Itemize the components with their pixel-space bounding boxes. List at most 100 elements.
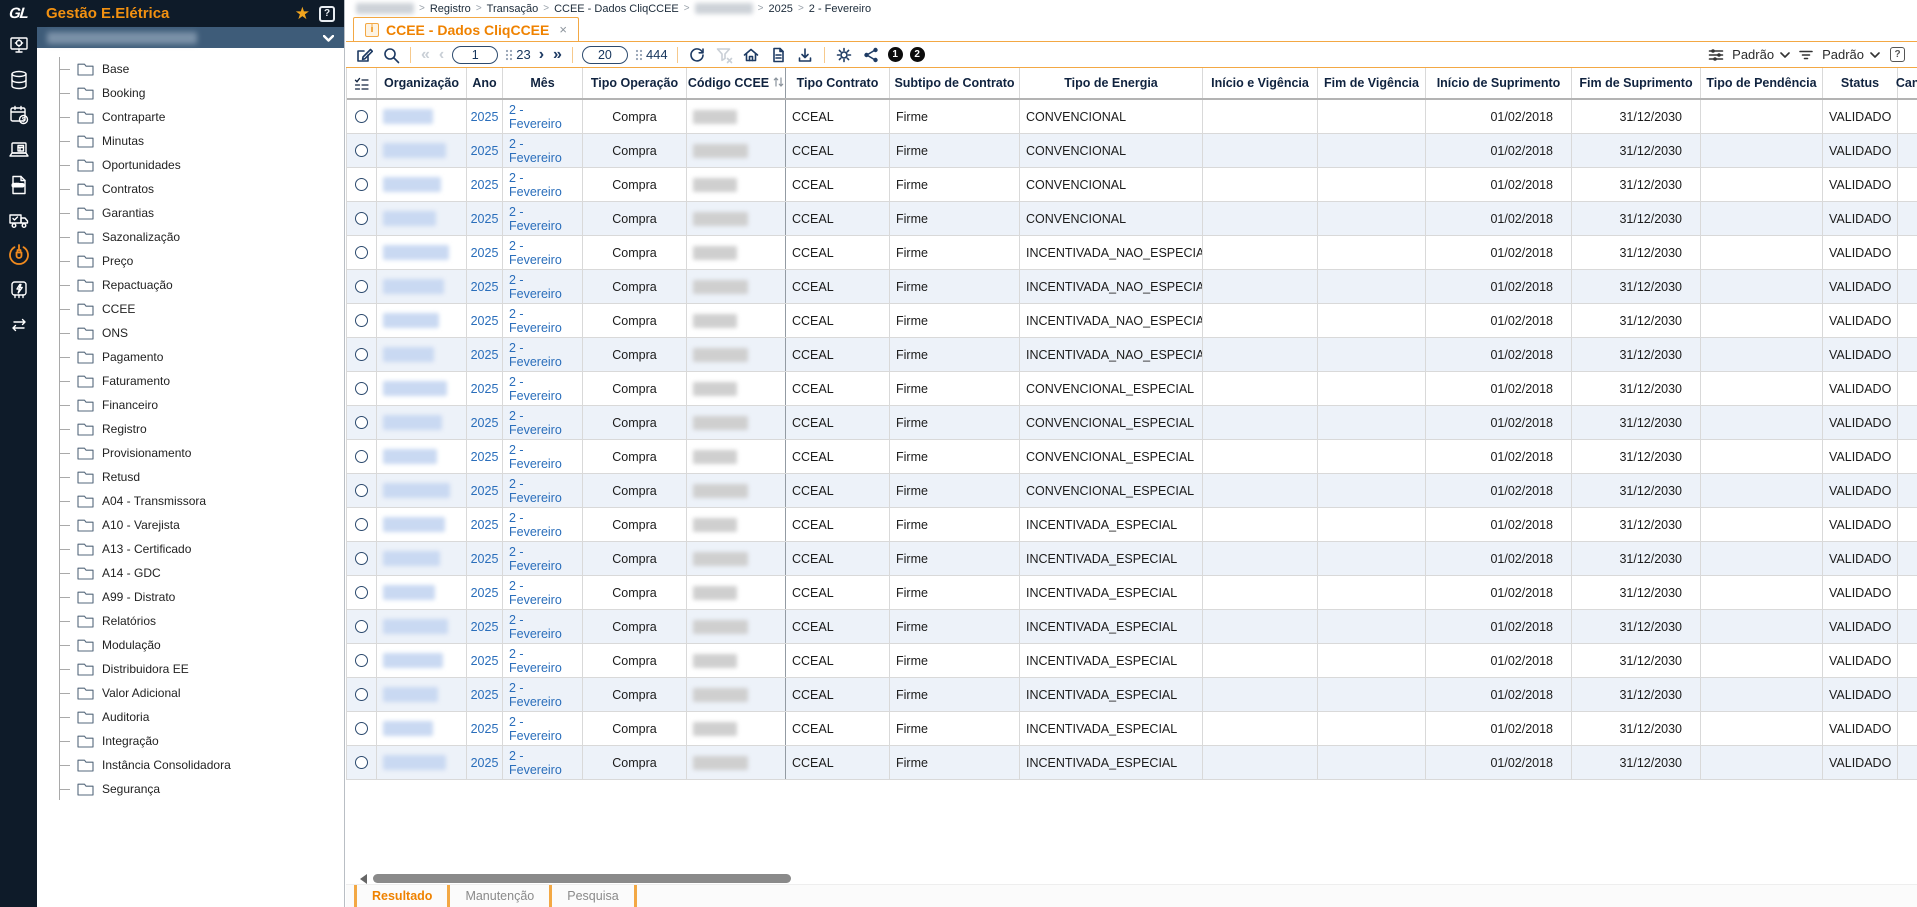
ano-link[interactable]: 2025 <box>471 144 499 158</box>
gear-icon[interactable] <box>834 45 854 65</box>
tree-item-a13-certificado[interactable]: A13 - Certificado <box>37 537 344 561</box>
row-radio-button[interactable] <box>355 246 368 259</box>
tree-item-a10-varejista[interactable]: A10 - Varejista <box>37 513 344 537</box>
ano-link[interactable]: 2025 <box>471 518 499 532</box>
mes-link[interactable]: 2 - Fevereiro <box>509 443 576 471</box>
ano-link[interactable]: 2025 <box>471 756 499 770</box>
ano-link[interactable]: 2025 <box>471 178 499 192</box>
row-radio-button[interactable] <box>355 110 368 123</box>
mes-link[interactable]: 2 - Fevereiro <box>509 239 576 267</box>
column-header-codigo_ccee[interactable]: Código CCEE <box>687 68 786 98</box>
mes-link[interactable]: 2 - Fevereiro <box>509 545 576 573</box>
row-radio-button[interactable] <box>355 144 368 157</box>
row-radio-button[interactable] <box>355 212 368 225</box>
nfe-document-icon[interactable]: NF-e <box>5 171 32 198</box>
tree-item-faturamento[interactable]: Faturamento <box>37 369 344 393</box>
column-header-tipo_pendencia[interactable]: Tipo de Pendência <box>1701 68 1823 98</box>
tree-item-distribuidora-ee[interactable]: Distribuidora EE <box>37 657 344 681</box>
tree-item-retusd[interactable]: Retusd <box>37 465 344 489</box>
tree-item-valor-adicional[interactable]: Valor Adicional <box>37 681 344 705</box>
row-radio-button[interactable] <box>355 518 368 531</box>
view-2-badge[interactable]: 2 <box>909 47 925 62</box>
ano-link[interactable]: 2025 <box>471 450 499 464</box>
tree-item-minutas[interactable]: Minutas <box>37 129 344 153</box>
column-header-mes[interactable]: Mês <box>503 68 583 98</box>
filter-lines-icon[interactable] <box>1796 45 1816 65</box>
tree-item-registro[interactable]: Registro <box>37 417 344 441</box>
row-radio-button[interactable] <box>355 620 368 633</box>
tree-item-financeiro[interactable]: Financeiro <box>37 393 344 417</box>
current-page-input[interactable] <box>452 45 499 64</box>
last-page-icon[interactable]: » <box>552 46 563 63</box>
mes-link[interactable]: 2 - Fevereiro <box>509 749 576 777</box>
breadcrumb-segment[interactable]: 2 - Fevereiro <box>809 3 871 15</box>
row-radio-button[interactable] <box>355 416 368 429</box>
tree-item-oportunidades[interactable]: Oportunidades <box>37 153 344 177</box>
ano-link[interactable]: 2025 <box>471 552 499 566</box>
mes-link[interactable]: 2 - Fevereiro <box>509 511 576 539</box>
ano-link[interactable]: 2025 <box>471 280 499 294</box>
edit-icon[interactable] <box>354 45 374 65</box>
ano-link[interactable]: 2025 <box>471 722 499 736</box>
column-header-tipo_contrato[interactable]: Tipo Contrato <box>786 68 890 98</box>
row-radio-button[interactable] <box>355 654 368 667</box>
column-header-cancelado[interactable]: Cancelado <box>1896 68 1917 98</box>
breadcrumb-segment[interactable]: Transação <box>487 3 539 15</box>
help-icon[interactable]: ? <box>319 5 335 22</box>
bottom-tab-resultado[interactable]: Resultado <box>354 885 447 907</box>
mes-link[interactable]: 2 - Fevereiro <box>509 647 576 675</box>
column-header-ano[interactable]: Ano <box>467 68 503 98</box>
scrollbar-thumb[interactable] <box>373 874 791 883</box>
ano-link[interactable]: 2025 <box>471 416 499 430</box>
mes-link[interactable]: 2 - Fevereiro <box>509 409 576 437</box>
column-header-fim_vigencia[interactable]: Fim de Vigência <box>1318 68 1426 98</box>
column-header-status[interactable]: Status <box>1823 68 1898 98</box>
breadcrumb-segment[interactable]: Registro <box>430 3 471 15</box>
horizontal-scrollbar[interactable] <box>360 873 791 884</box>
tree-item-repactua-o[interactable]: Repactuação <box>37 273 344 297</box>
row-radio-button[interactable] <box>355 688 368 701</box>
row-radio-button[interactable] <box>355 382 368 395</box>
breadcrumb-segment[interactable]: CCEE - Dados CliqCCEE <box>554 3 679 15</box>
row-radio-button[interactable] <box>355 280 368 293</box>
filter-preset-dropdown[interactable]: Padrão <box>1822 47 1864 62</box>
download-icon[interactable] <box>795 45 815 65</box>
next-page-icon[interactable]: › <box>538 46 545 63</box>
ano-link[interactable]: 2025 <box>471 246 499 260</box>
tree-item-seguran-a[interactable]: Segurança <box>37 777 344 801</box>
ano-link[interactable]: 2025 <box>471 484 499 498</box>
home-icon[interactable] <box>741 45 761 65</box>
row-radio-button[interactable] <box>355 722 368 735</box>
mes-link[interactable]: 2 - Fevereiro <box>509 613 576 641</box>
scroll-left-icon[interactable] <box>360 873 367 884</box>
ano-link[interactable]: 2025 <box>471 654 499 668</box>
delivery-truck-icon[interactable] <box>5 206 32 233</box>
tree-item-pagamento[interactable]: Pagamento <box>37 345 344 369</box>
prev-page-icon[interactable]: ‹ <box>438 46 445 63</box>
row-radio-button[interactable] <box>355 586 368 599</box>
row-radio-button[interactable] <box>355 348 368 361</box>
mes-link[interactable]: 2 - Fevereiro <box>509 205 576 233</box>
tree-item-ccee[interactable]: CCEE <box>37 297 344 321</box>
layout-preset-dropdown[interactable]: Padrão <box>1732 47 1774 62</box>
row-radio-button[interactable] <box>355 756 368 769</box>
row-radio-button[interactable] <box>355 484 368 497</box>
tree-item-inst-ncia-consolidadora[interactable]: Instância Consolidadora <box>37 753 344 777</box>
tree-item-a04-transmissora[interactable]: A04 - Transmissora <box>37 489 344 513</box>
power-meter-icon[interactable] <box>5 276 32 303</box>
tree-item-relat-rios[interactable]: Relatórios <box>37 609 344 633</box>
ano-link[interactable]: 2025 <box>471 688 499 702</box>
row-radio-button[interactable] <box>355 178 368 191</box>
bottom-tab-pesquisa[interactable]: Pesquisa <box>549 885 633 907</box>
tree-item-booking[interactable]: Booking <box>37 81 344 105</box>
ano-link[interactable]: 2025 <box>471 586 499 600</box>
column-header-organizacao[interactable]: Organização <box>377 68 467 98</box>
refresh-icon[interactable] <box>687 45 707 65</box>
ano-link[interactable]: 2025 <box>471 348 499 362</box>
mes-link[interactable]: 2 - Fevereiro <box>509 307 576 335</box>
tree-item-pre-o[interactable]: Preço <box>37 249 344 273</box>
ano-link[interactable]: 2025 <box>471 382 499 396</box>
first-page-icon[interactable]: « <box>420 46 431 63</box>
tab-close-icon[interactable]: × <box>559 22 567 37</box>
column-header-subtipo_contrato[interactable]: Subtipo de Contrato <box>890 68 1020 98</box>
